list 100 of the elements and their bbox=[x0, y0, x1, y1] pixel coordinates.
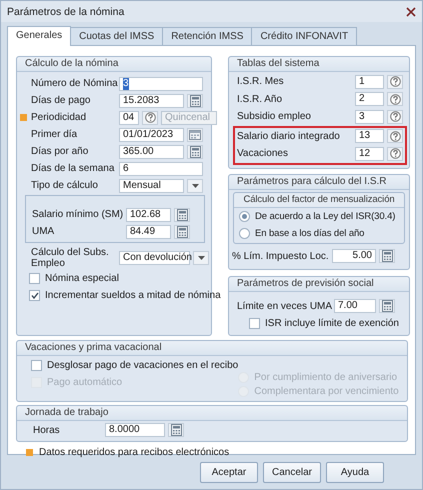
icon-button[interactable] bbox=[187, 94, 203, 108]
icon-button[interactable] bbox=[387, 146, 403, 161]
dialog-button[interactable]: Aceptar bbox=[200, 462, 258, 482]
group-title: Tablas del sistema bbox=[237, 58, 320, 69]
field-label: I.S.R. Año bbox=[237, 94, 284, 105]
calculator-icon bbox=[382, 300, 392, 312]
window-title: Parámetros de la nómina bbox=[7, 6, 126, 18]
calculator-icon bbox=[176, 226, 188, 238]
input-field[interactable]: 3 bbox=[355, 110, 384, 124]
field-label: UMA bbox=[32, 226, 56, 237]
close-icon[interactable] bbox=[406, 6, 416, 16]
input-field[interactable]: 5.00 bbox=[332, 249, 376, 263]
input-field[interactable]: 84.49 bbox=[126, 224, 171, 238]
icon-button[interactable] bbox=[193, 251, 209, 265]
checkbox[interactable] bbox=[31, 360, 42, 370]
radio-label: Complementara por vencimiento bbox=[254, 386, 399, 397]
field-label: Límite en veces UMA bbox=[237, 300, 334, 312]
checkbox-label: Desglosar pago de vacaciones en el recibo bbox=[47, 360, 238, 370]
input-field[interactable]: 6 bbox=[119, 162, 203, 176]
input-field[interactable]: 365.00 bbox=[119, 144, 184, 158]
icon-button[interactable] bbox=[387, 110, 403, 124]
input-field[interactable]: 13 bbox=[355, 129, 384, 144]
field-label: Subsidio empleo bbox=[237, 111, 312, 122]
input-field[interactable]: 15.2083 bbox=[119, 94, 184, 108]
icon-button[interactable] bbox=[379, 249, 395, 263]
field-label: Salario mínimo (SM) bbox=[32, 209, 124, 220]
input-field[interactable]: 8.0000 bbox=[105, 423, 165, 437]
radio-label: En base a los días del año bbox=[255, 228, 364, 238]
icon-button[interactable] bbox=[174, 224, 190, 238]
tab[interactable]: Cuotas del IMSS bbox=[70, 27, 164, 45]
description-field: Quincenal bbox=[161, 110, 217, 124]
input-field[interactable]: 3 bbox=[119, 76, 203, 90]
input-field[interactable]: 102.68 bbox=[126, 208, 171, 222]
field-label: I.S.R. Mes bbox=[237, 76, 285, 88]
calculator-icon bbox=[382, 250, 392, 262]
checkbox[interactable] bbox=[29, 290, 40, 301]
icon-button[interactable] bbox=[387, 129, 403, 144]
help-icon bbox=[390, 111, 400, 122]
field-label: Horas bbox=[33, 424, 61, 436]
check-icon bbox=[30, 292, 38, 299]
help-icon bbox=[390, 94, 400, 105]
legend-marker-icon bbox=[26, 448, 33, 456]
group-title: Cálculo del factor de mensualización bbox=[243, 194, 395, 204]
dialog-button[interactable]: Ayuda bbox=[326, 462, 384, 482]
icon-button[interactable] bbox=[187, 178, 203, 192]
field-label: Periodicidad bbox=[31, 112, 88, 123]
checkbox[interactable] bbox=[249, 318, 260, 328]
checkbox-label: Pago automático bbox=[47, 376, 122, 388]
icon-button[interactable] bbox=[387, 92, 403, 106]
input-field[interactable]: 01/01/2023 bbox=[119, 128, 184, 142]
calculator-icon bbox=[176, 208, 188, 220]
radio-button[interactable] bbox=[239, 210, 250, 222]
icon-button[interactable] bbox=[379, 299, 395, 313]
caret-icon bbox=[192, 184, 198, 188]
tab[interactable]: Retención IMSS bbox=[162, 27, 252, 45]
field-label: Tipo de cálculo bbox=[31, 180, 99, 191]
input-field[interactable]: 2 bbox=[355, 92, 384, 106]
group-title: Cálculo de la nómina bbox=[25, 58, 118, 69]
group-title: Parámetros para cálculo del I.S.R bbox=[237, 176, 387, 186]
help-icon bbox=[390, 148, 400, 160]
dialog-button[interactable]: Cancelar bbox=[263, 462, 321, 482]
input-field[interactable]: 1 bbox=[355, 74, 384, 89]
group-title: Jornada de trabajo bbox=[25, 406, 108, 418]
help-icon bbox=[390, 76, 400, 88]
tab[interactable]: Crédito INFONAVIT bbox=[251, 27, 358, 45]
field-label: Días de la semana bbox=[31, 163, 116, 174]
checkbox[interactable] bbox=[29, 273, 40, 284]
checkbox-label: Nómina especial bbox=[45, 273, 119, 284]
field-label: Cálculo del Subs. Empleo bbox=[31, 247, 110, 269]
group-title: Vacaciones y prima vacacional bbox=[25, 342, 162, 352]
input-field[interactable]: 04 bbox=[119, 110, 139, 124]
field-label: % Lím. Impuesto Loc. bbox=[232, 250, 330, 262]
field-label: Primer día bbox=[31, 129, 78, 140]
calculator-icon bbox=[190, 94, 200, 106]
checkbox-label: ISR incluye límite de exención bbox=[265, 318, 399, 328]
field-label: Vacaciones bbox=[237, 148, 289, 160]
icon-button[interactable] bbox=[387, 74, 403, 89]
radio-button[interactable] bbox=[239, 228, 250, 238]
dropdown[interactable]: Mensual bbox=[119, 178, 184, 192]
dropdown[interactable]: Con devolución bbox=[119, 251, 190, 265]
help-icon bbox=[390, 130, 400, 142]
legend-text: Datos requeridos para recibos electrónicos bbox=[39, 446, 230, 458]
calculator-icon bbox=[170, 424, 182, 436]
field-label: Número de Nómina bbox=[31, 78, 119, 89]
field-label: Días de pago bbox=[31, 95, 92, 106]
checkbox-label: Incrementar sueldos a mitad de nómina bbox=[45, 290, 221, 301]
icon-button[interactable] bbox=[187, 128, 203, 142]
tab[interactable]: Generales bbox=[7, 26, 72, 46]
input-field[interactable]: 12 bbox=[355, 146, 384, 161]
icon-button[interactable] bbox=[187, 144, 203, 158]
icon-button[interactable] bbox=[142, 110, 158, 124]
help-icon bbox=[144, 112, 156, 123]
calendar-icon bbox=[189, 129, 201, 140]
calculator-icon bbox=[190, 146, 200, 158]
field-label: Días por año bbox=[31, 146, 90, 157]
field-label: Salario diario integrado bbox=[237, 130, 341, 142]
icon-button[interactable] bbox=[174, 208, 190, 222]
caret-icon bbox=[198, 256, 204, 260]
input-field[interactable]: 7.00 bbox=[334, 299, 376, 313]
icon-button[interactable] bbox=[168, 423, 184, 437]
